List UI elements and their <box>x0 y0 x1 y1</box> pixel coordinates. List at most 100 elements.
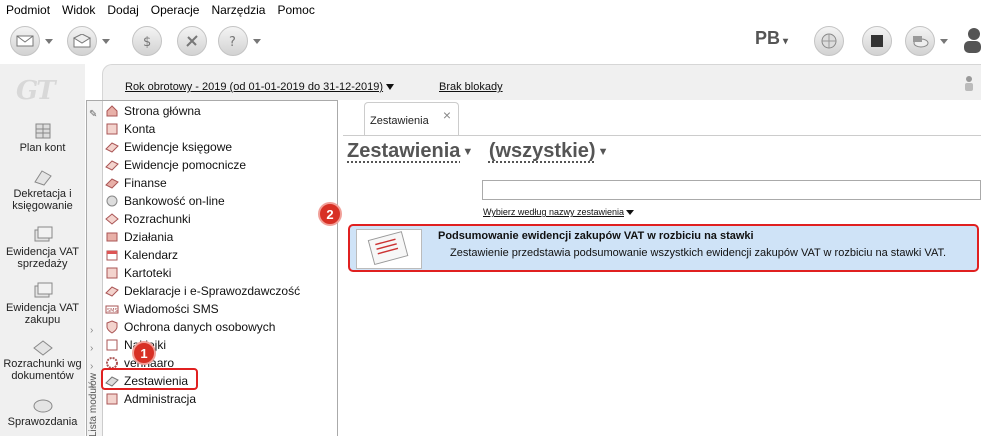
envelope-open-button[interactable] <box>67 26 110 56</box>
pin-icon[interactable]: ✎ <box>89 109 97 120</box>
chevron-right-icon[interactable]: › <box>90 343 93 354</box>
nav-rozrachunki[interactable]: Rozrachunki wg dokumentów <box>0 338 85 382</box>
nav-vat-sprzedazy[interactable]: Ewidencja VAT sprzedaży <box>0 226 85 270</box>
module-ewidencje-pomocnicze[interactable]: Ewidencje pomocnicze <box>105 156 246 174</box>
fiscal-year-label: Rok obrotowy - 2019 (od 01-01-2019 do 31… <box>125 81 384 93</box>
module-finanse[interactable]: Finanse <box>105 174 167 192</box>
report-list-item[interactable]: Podsumowanie ewidencji zakupów VAT w roz… <box>348 224 979 272</box>
module-label: Deklaracje i e-Sprawozdawczość <box>124 284 301 298</box>
module-label: Bankowość on-line <box>124 194 225 208</box>
globe-icon <box>814 26 844 56</box>
filter-dropdown[interactable]: (wszystkie) <box>489 140 596 162</box>
report-title: Podsumowanie ewidencji zakupów VAT w roz… <box>438 230 754 242</box>
module-kalendarz[interactable]: Kalendarz <box>105 246 178 264</box>
settlements-icon <box>32 340 53 356</box>
finance-icon <box>105 178 119 189</box>
calendar-icon <box>106 250 118 261</box>
tab-zestawienia[interactable]: Zestawienia × <box>364 102 459 136</box>
aux-records-icon <box>105 160 119 171</box>
module-kartoteki[interactable]: Kartoteki <box>105 264 171 282</box>
choose-by-name-dropdown[interactable]: Wybierz według nazwy zestawienia <box>483 207 634 217</box>
chevron-right-icon[interactable]: › <box>90 325 93 336</box>
module-label: Administracja <box>124 392 197 406</box>
report-description: Zestawienie przedstawia podsumowanie wsz… <box>450 247 947 259</box>
fiscal-year-dropdown[interactable]: Rok obrotowy - 2019 (od 01-01-2019 do 31… <box>125 81 395 93</box>
chevron-down-icon: ▼ <box>597 145 609 158</box>
nav-vat-zakupu[interactable]: Ewidencja VAT zakupu <box>0 282 85 326</box>
nav-label: Sprawozdania <box>7 416 78 428</box>
module-dzialania[interactable]: Działania <box>105 228 173 246</box>
module-label: Finanse <box>124 176 167 190</box>
nav-dekretacja[interactable]: Dekretacja i księgowanie <box>0 168 85 212</box>
nav-label: Ewidencja VAT zakupu <box>6 302 79 326</box>
module-label: Ewidencje pomocnicze <box>124 158 247 172</box>
module-rozrachunki[interactable]: Rozrachunki <box>105 210 191 228</box>
search-input[interactable] <box>482 180 981 200</box>
cloud-sync-button[interactable] <box>905 26 948 56</box>
menu-pomoc[interactable]: Pomoc <box>271 3 320 17</box>
money-button[interactable]: $ <box>132 26 162 56</box>
report-thumbnail-icon <box>356 229 422 269</box>
globe-button[interactable] <box>814 26 844 56</box>
chevron-down-icon <box>386 84 395 91</box>
box-button[interactable] <box>862 26 892 56</box>
module-bankowosc[interactable]: Bankowość on-line <box>105 192 225 210</box>
menu-podmiot[interactable]: Podmiot <box>0 3 56 17</box>
files-icon <box>106 267 118 279</box>
menu-operacje[interactable]: Operacje <box>145 3 206 17</box>
admin-icon <box>106 393 118 405</box>
app-logo: GT <box>16 76 56 106</box>
header-strip: Rok obrotowy - 2019 (od 01-01-2019 do 31… <box>102 64 981 100</box>
highlight-zestawienia <box>101 368 198 390</box>
menu-widok[interactable]: Widok <box>56 3 101 17</box>
menu-dodaj[interactable]: Dodaj <box>101 3 144 17</box>
nav-sprawozdania[interactable]: Sprawozdania <box>0 396 85 428</box>
module-administracja[interactable]: Administracja <box>105 390 196 408</box>
ledger-icon <box>35 123 50 139</box>
module-label: Działania <box>124 230 174 244</box>
svg-text:SMS: SMS <box>107 308 118 314</box>
envelope-button[interactable] <box>10 26 53 56</box>
shield-icon <box>106 320 118 334</box>
module-sms[interactable]: SMS Wiadomości SMS <box>105 300 219 318</box>
actions-icon <box>106 232 118 242</box>
title-dropdown[interactable]: Zestawienia <box>347 140 460 162</box>
chevron-down-icon <box>625 210 634 216</box>
cloud-sync-icon <box>905 26 935 56</box>
module-label: Wiadomości SMS <box>124 302 219 316</box>
modules-side-label: Lista modułów <box>88 373 99 436</box>
tab-divider <box>343 135 981 136</box>
declarations-icon <box>105 286 119 297</box>
menu-bar: Podmiot Widok Dodaj Operacje Narzędzia P… <box>0 0 981 20</box>
module-label: Kartoteki <box>124 266 172 280</box>
stickers-icon <box>106 339 118 351</box>
svg-text:?: ? <box>229 35 236 49</box>
user-initials-button[interactable]: PB ▾ <box>755 28 788 49</box>
chevron-right-icon[interactable]: › <box>90 361 93 372</box>
nav-label: Rozrachunki wg dokumentów <box>3 358 82 382</box>
vat-purchase-icon <box>34 282 52 298</box>
module-ochrona-danych[interactable]: Ochrona danych osobowych <box>105 318 275 336</box>
svg-text:$: $ <box>143 35 151 49</box>
module-label: Rozrachunki <box>124 212 191 226</box>
user-icon <box>960 26 981 57</box>
left-nav: GT Plan kont Dekretacja i księgowanie Ew… <box>0 64 85 436</box>
module-ewidencje-ksiegowe[interactable]: Ewidencje księgowe <box>105 138 232 156</box>
help-icon: ? <box>218 26 248 56</box>
tools-button[interactable] <box>177 26 207 56</box>
toolbar: $ ? PB ▾ <box>0 20 981 64</box>
help-button[interactable]: ? <box>218 26 261 56</box>
module-deklaracje[interactable]: Deklaracje i e-Sprawozdawczość <box>105 282 300 300</box>
module-konta[interactable]: Konta <box>105 120 155 138</box>
close-icon[interactable]: × <box>443 107 451 123</box>
choose-label: Wybierz według nazwy zestawienia <box>483 207 624 217</box>
vat-sales-icon <box>34 226 52 242</box>
user-button[interactable] <box>960 26 981 56</box>
users-icon <box>965 76 973 91</box>
accounts-icon <box>106 123 118 135</box>
nav-plan-kont[interactable]: Plan kont <box>0 122 85 154</box>
lock-status-link[interactable]: Brak blokady <box>439 81 503 93</box>
menu-narzedzia[interactable]: Narzędzia <box>205 3 271 17</box>
module-strona-glowna[interactable]: Strona główna <box>105 102 201 120</box>
nav-label: Ewidencja VAT sprzedaży <box>6 246 79 270</box>
